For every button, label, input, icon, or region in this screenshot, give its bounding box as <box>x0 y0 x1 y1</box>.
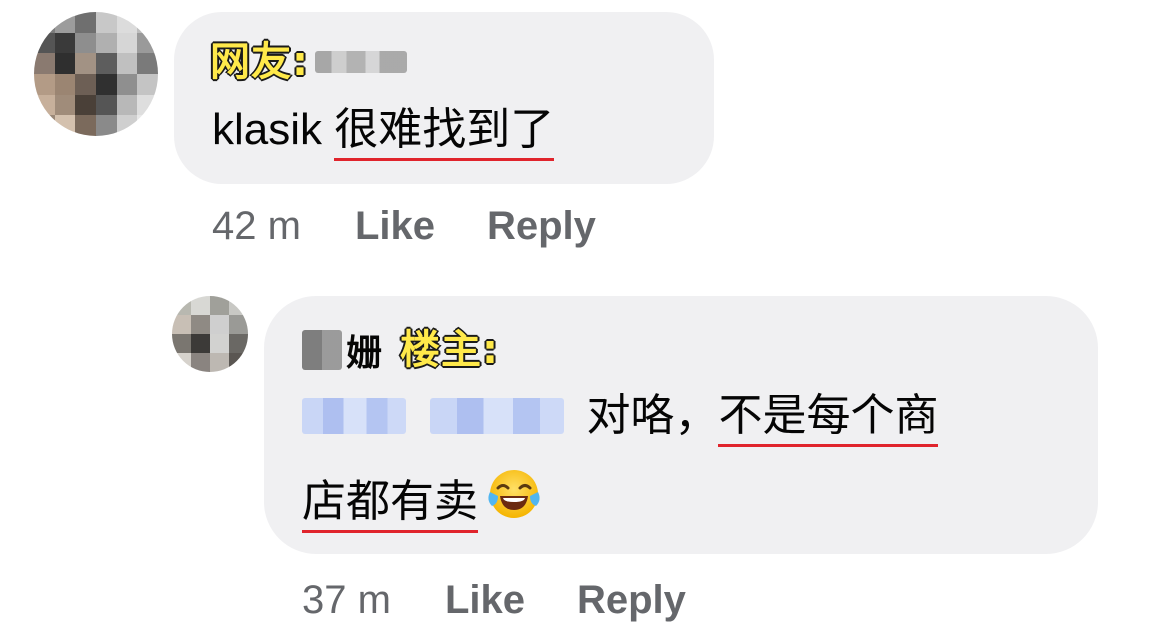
avatar-pixel <box>116 73 138 95</box>
comment-text-latin: klasik <box>212 105 335 154</box>
avatar-pixel <box>172 296 191 315</box>
author-tag: 楼主: <box>399 327 500 373</box>
avatar-pixel <box>191 296 210 315</box>
author-tag: 网友: <box>209 39 309 85</box>
comment-author-row: 网友: <box>209 39 407 85</box>
avatar-pixel <box>137 12 158 33</box>
avatar-pixel <box>137 115 158 136</box>
reply-button[interactable]: Reply <box>577 578 686 623</box>
avatar-pixel <box>54 53 76 74</box>
commenter-avatar[interactable] <box>34 12 158 136</box>
avatar-pixel <box>75 94 96 116</box>
avatar-pixel <box>54 115 76 136</box>
avatar-pixel <box>229 353 248 372</box>
avatar-pixel <box>54 32 76 54</box>
avatar-pixel <box>116 32 138 54</box>
avatar-pixel <box>95 53 117 74</box>
avatar-pixel <box>229 296 248 315</box>
avatar-pixel <box>95 32 117 54</box>
avatar-pixel <box>75 12 96 33</box>
avatar-pixel <box>229 334 248 353</box>
author-name-redacted[interactable] <box>315 51 407 73</box>
reply-actions: 37 m Like Reply <box>302 578 686 623</box>
avatar-pixel <box>34 73 55 95</box>
reply-text-prefix: 对咯， <box>586 390 719 441</box>
reply-text-underlined: 不是每个商 <box>718 390 939 441</box>
avatar-pixel <box>191 353 210 372</box>
avatar-pixel <box>210 353 229 372</box>
like-button[interactable]: Like <box>445 578 525 623</box>
reply-author-row: 姗 楼主: <box>302 324 499 376</box>
avatar-pixel <box>137 94 158 116</box>
avatar-pixel <box>34 94 55 116</box>
avatar-pixel <box>75 73 96 95</box>
comment-timestamp[interactable]: 42 m <box>212 204 301 249</box>
avatar-pixel <box>172 315 191 334</box>
avatar-pixel <box>210 296 229 315</box>
avatar-pixel <box>210 334 229 353</box>
author-name-visible[interactable]: 姗 <box>346 324 382 376</box>
avatar-pixel <box>172 353 191 372</box>
avatar-pixel <box>229 315 248 334</box>
comment-text: klasik 很难找到了 <box>212 102 554 157</box>
avatar-pixel <box>210 315 229 334</box>
avatar-pixel <box>116 12 138 33</box>
avatar-pixel <box>54 73 76 95</box>
avatar-pixel <box>95 12 117 33</box>
avatar-pixel <box>95 115 117 136</box>
avatar-pixel <box>137 32 158 54</box>
reply-text-line-1: 对咯，不是每个商 <box>302 388 938 443</box>
avatar-pixel <box>34 32 55 54</box>
comment-bubble: 网友: klasik 很难找到了 <box>174 12 714 184</box>
comment-text-underlined: 很难找到了 <box>334 104 555 155</box>
avatar-pixel <box>137 73 158 95</box>
reply-button[interactable]: Reply <box>487 204 596 249</box>
comment-actions: 42 m Like Reply <box>212 204 596 249</box>
avatar-pixel <box>95 94 117 116</box>
like-button[interactable]: Like <box>355 204 435 249</box>
avatar-pixel <box>34 53 55 74</box>
avatar-pixel <box>191 315 210 334</box>
avatar-pixel <box>75 115 96 136</box>
avatar-pixel <box>75 53 96 74</box>
reply-bubble: 姗 楼主: 对咯，不是每个商 店都有卖 <box>264 296 1098 554</box>
avatar-pixel <box>116 115 138 136</box>
tears-of-joy-emoji-icon <box>486 466 542 522</box>
mention-redacted-2[interactable] <box>430 398 565 434</box>
avatar-pixel <box>34 12 55 33</box>
author-name-redacted[interactable] <box>302 330 342 370</box>
reply-text-underlined: 店都有卖 <box>302 476 478 527</box>
avatar-pixel <box>95 73 117 95</box>
avatar-pixel <box>137 53 158 74</box>
reply-author-avatar[interactable] <box>172 296 248 372</box>
mention-redacted-1[interactable] <box>302 398 406 434</box>
avatar-pixel <box>116 53 138 74</box>
avatar-pixel <box>172 334 191 353</box>
avatar-pixel <box>116 94 138 116</box>
avatar-pixel <box>54 94 76 116</box>
avatar-pixel <box>75 32 96 54</box>
reply-timestamp[interactable]: 37 m <box>302 578 391 623</box>
reply-text-line-2: 店都有卖 <box>302 466 542 529</box>
avatar-pixel <box>34 115 55 136</box>
avatar-pixel <box>54 12 76 33</box>
avatar-pixel <box>191 334 210 353</box>
